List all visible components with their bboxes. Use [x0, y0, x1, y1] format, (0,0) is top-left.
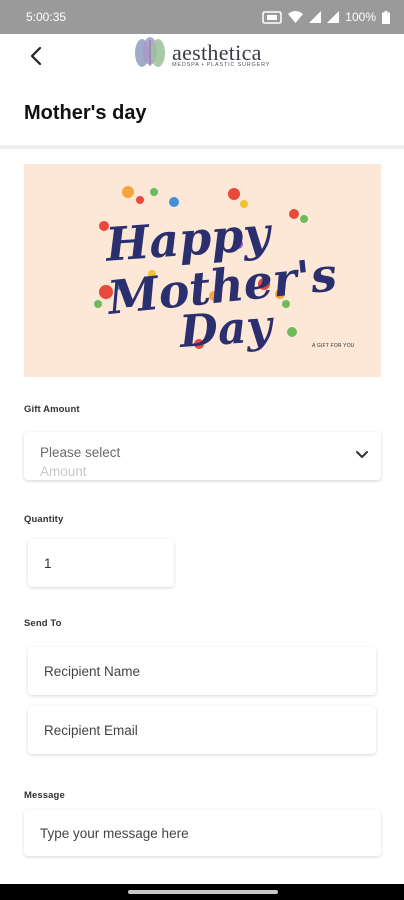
system-navigation-bar	[0, 884, 404, 900]
recipient-email-input[interactable]: Recipient Email	[28, 706, 376, 754]
back-arrow-icon	[30, 46, 42, 66]
gift-amount-placeholder: Please select	[40, 445, 121, 460]
message-input[interactable]: Type your message here	[24, 810, 381, 856]
quantity-value: 1	[44, 555, 52, 571]
home-gesture-handle[interactable]	[128, 890, 278, 894]
status-time: 5:00:35	[26, 10, 67, 24]
quantity-label: Quantity	[24, 514, 64, 525]
signal-icon	[309, 11, 322, 23]
message-placeholder: Type your message here	[40, 825, 189, 841]
recipient-name-placeholder: Recipient Name	[44, 663, 141, 679]
battery-percent: 100%	[345, 10, 376, 24]
recipient-name-input[interactable]: Recipient Name	[28, 647, 376, 695]
status-icons: 100%	[262, 10, 390, 24]
leaf-logo-icon	[135, 37, 165, 67]
gift-amount-select[interactable]: Please select Amount	[24, 432, 381, 480]
status-bar: 5:00:35 100%	[0, 0, 404, 34]
send-to-label: Send To	[24, 618, 62, 629]
signal-icon	[327, 11, 340, 23]
message-label: Message	[24, 790, 65, 801]
page-title: Mother's day	[24, 102, 147, 124]
back-button[interactable]	[22, 42, 50, 70]
card-caption: A GIFT FOR YOU	[312, 343, 355, 349]
gift-amount-ghost-option: Amount	[40, 464, 87, 479]
battery-icon	[382, 10, 390, 24]
wifi-icon	[288, 11, 304, 23]
card-line-day: Day	[176, 300, 277, 358]
recipient-email-placeholder: Recipient Email	[44, 722, 138, 738]
divider	[0, 145, 404, 149]
brand-tagline: MEDSPA • PLASTIC SURGERY	[172, 62, 271, 68]
quantity-input[interactable]: 1	[28, 539, 174, 587]
chevron-down-icon	[356, 451, 368, 458]
gift-amount-label: Gift Amount	[24, 404, 80, 415]
brand-logo: aesthetica MEDSPA • PLASTIC SURGERY	[130, 36, 280, 72]
app-header: aesthetica MEDSPA • PLASTIC SURGERY	[0, 34, 404, 76]
nfc-icon	[262, 10, 283, 24]
